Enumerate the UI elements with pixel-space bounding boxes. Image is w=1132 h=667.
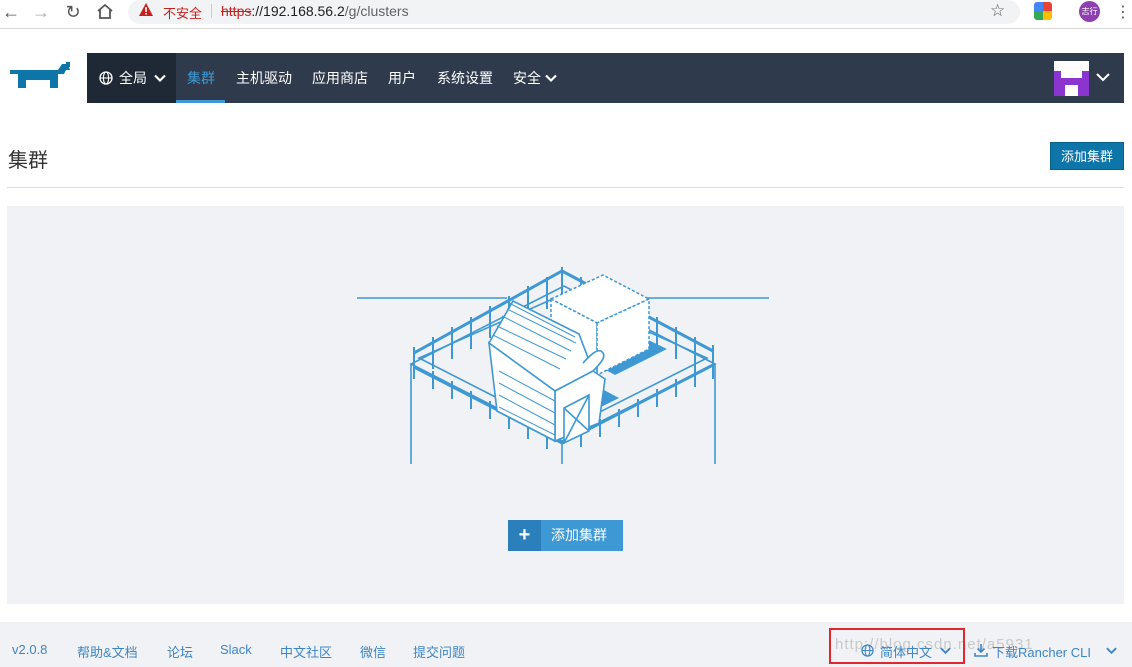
rancher-logo-icon[interactable]	[8, 60, 76, 96]
url-scheme: https	[221, 3, 252, 19]
download-icon	[974, 644, 988, 657]
globe-icon	[99, 71, 113, 85]
footer-community[interactable]: 中文社区	[280, 642, 332, 661]
footer-forum[interactable]: 论坛	[167, 642, 193, 661]
empty-add-cluster-button[interactable]: + 添加集群	[508, 520, 623, 551]
chevron-down-icon	[1106, 647, 1117, 655]
warning-icon	[139, 3, 153, 16]
user-menu[interactable]	[1040, 53, 1124, 103]
add-cluster-button[interactable]: 添加集群	[1050, 142, 1124, 170]
security-status[interactable]: 不安全	[163, 3, 202, 22]
empty-state-panel: + 添加集群	[7, 206, 1124, 604]
barn-illustration	[357, 267, 769, 464]
nav-security-label: 安全	[513, 70, 541, 86]
nav-users[interactable]: 用户	[388, 53, 416, 103]
browser-menu-icon[interactable]: ⋮	[1115, 2, 1131, 22]
address-divider	[211, 4, 212, 18]
footer-slack[interactable]: Slack	[220, 642, 252, 657]
empty-add-cluster-label: 添加集群	[551, 527, 607, 543]
footer-help-docs[interactable]: 帮助&文档	[77, 642, 138, 661]
footer-file-issue[interactable]: 提交问题	[413, 642, 465, 661]
footer-version[interactable]: v2.0.8	[12, 642, 47, 657]
chevron-down-icon	[154, 74, 166, 83]
user-avatar	[1054, 61, 1089, 96]
footer: v2.0.8 帮助&文档 论坛 Slack 中文社区 微信 提交问题 http:…	[0, 622, 1132, 667]
nav-settings[interactable]: 系统设置	[437, 53, 493, 103]
footer-wechat[interactable]: 微信	[360, 642, 386, 661]
chevron-down-icon	[545, 74, 557, 83]
url-text[interactable]: https://192.168.56.2/g/clusters	[221, 3, 409, 19]
home-icon[interactable]	[96, 3, 114, 20]
scope-switcher[interactable]: 全局	[87, 53, 176, 103]
back-icon[interactable]: ←	[0, 2, 22, 23]
url-path: /g/clusters	[344, 3, 409, 19]
nav-security[interactable]: 安全	[513, 53, 563, 103]
forward-icon[interactable]: →	[30, 2, 52, 23]
reload-icon[interactable]: ↻	[62, 2, 84, 23]
bookmark-star-icon[interactable]: ☆	[990, 1, 1005, 21]
extension-icon[interactable]	[1034, 2, 1052, 20]
chevron-down-icon	[1096, 73, 1110, 82]
nav-catalogs[interactable]: 应用商店	[312, 53, 368, 103]
download-cli-link[interactable]: 下载Rancher CLI	[992, 642, 1091, 661]
url-host: ://192.168.56.2	[251, 3, 345, 19]
top-navbar: 全局 集群 主机驱动 应用商店 用户 系统设置 安全	[87, 53, 1040, 103]
scope-label: 全局	[119, 70, 147, 86]
highlight-box	[829, 628, 965, 664]
nav-node-drivers[interactable]: 主机驱动	[236, 53, 292, 103]
profile-avatar[interactable]: 志行	[1079, 1, 1100, 22]
browser-toolbar: ← → ↻ 不安全 https://192.168.56.2/g/cluster…	[0, 0, 1132, 29]
divider	[7, 187, 1124, 188]
nav-clusters[interactable]: 集群	[176, 53, 225, 103]
page-title: 集群	[8, 150, 48, 172]
plus-icon: +	[508, 520, 541, 551]
